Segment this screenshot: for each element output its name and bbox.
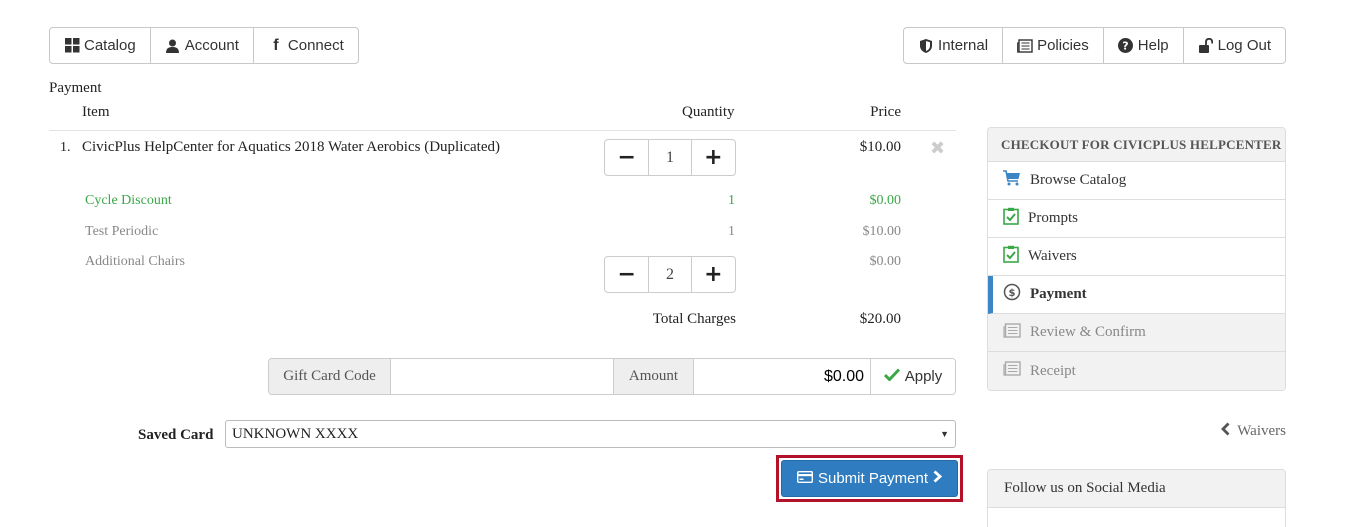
nav-help-button[interactable]: ? Help bbox=[1104, 28, 1184, 63]
col-header-item: Item bbox=[82, 104, 110, 120]
item-quantity-value[interactable]: 1 bbox=[648, 140, 692, 175]
gift-card-code-input[interactable] bbox=[391, 359, 614, 394]
sidebar-item-label: Waivers bbox=[1028, 248, 1077, 264]
chairs-decrement-button[interactable]: − bbox=[605, 257, 648, 292]
sidebar-title: CHECKOUT FOR CIVICPLUS HELPCENTER bbox=[988, 128, 1285, 162]
sub-row-label-test-periodic: Test Periodic bbox=[85, 224, 159, 239]
sub-row-label-additional-chairs: Additional Chairs bbox=[85, 254, 185, 269]
nav-logout-label: Log Out bbox=[1217, 37, 1271, 54]
chevron-down-icon: ▼ bbox=[940, 429, 949, 439]
top-nav-left: Catalog Account f Connect bbox=[49, 27, 359, 64]
chevron-right-icon bbox=[933, 470, 943, 487]
sub-row-label-cycle-discount: Cycle Discount bbox=[85, 193, 172, 208]
svg-text:?: ? bbox=[1123, 40, 1129, 53]
saved-card-select[interactable]: UNKNOWN XXXX ▼ bbox=[225, 420, 956, 448]
sub-row-price-test-periodic: $10.00 bbox=[862, 224, 902, 239]
item-quantity-stepper: − 1 + bbox=[604, 139, 736, 176]
back-to-waivers-link[interactable]: Waivers bbox=[1221, 422, 1286, 441]
shield-icon bbox=[918, 38, 934, 54]
nav-help-label: Help bbox=[1137, 37, 1169, 54]
sidebar-item-label: Payment bbox=[1030, 286, 1087, 302]
submit-payment-label: Submit Payment bbox=[817, 470, 929, 487]
sub-row-price-cycle-discount: $0.00 bbox=[869, 193, 902, 208]
nav-connect-label: Connect bbox=[287, 37, 344, 54]
item-price: $10.00 bbox=[859, 139, 901, 155]
gift-card-code-label: Gift Card Code bbox=[269, 359, 391, 394]
nav-policies-button[interactable]: Policies bbox=[1003, 28, 1104, 63]
item-name: CivicPlus HelpCenter for Aquatics 2018 W… bbox=[82, 139, 501, 155]
apply-label: Apply bbox=[904, 368, 943, 385]
chairs-increment-button[interactable]: + bbox=[692, 257, 735, 292]
col-header-quantity: Quantity bbox=[682, 104, 735, 120]
clipboard-check-icon bbox=[1003, 245, 1019, 268]
page-title: Payment bbox=[49, 80, 102, 96]
grid-icon bbox=[64, 38, 80, 54]
chevron-left-icon bbox=[1221, 422, 1230, 441]
sub-row-qty-test-periodic: 1 bbox=[728, 224, 735, 239]
nav-internal-label: Internal bbox=[938, 37, 989, 54]
submit-highlight-frame: Submit Payment bbox=[776, 455, 963, 502]
item-increment-button[interactable]: + bbox=[692, 140, 735, 175]
sub-row-price-additional-chairs: $0.00 bbox=[869, 254, 902, 269]
gift-card-amount-label: Amount bbox=[614, 359, 694, 394]
newspaper-icon bbox=[1003, 322, 1021, 343]
top-nav-right: Internal Policies ? Help Log Out bbox=[903, 27, 1286, 64]
newspaper-icon bbox=[1017, 38, 1033, 54]
nav-catalog-label: Catalog bbox=[84, 37, 136, 54]
saved-card-label: Saved Card bbox=[138, 427, 214, 443]
total-charges-label: Total Charges bbox=[652, 311, 736, 327]
sidebar-item-waivers[interactable]: Waivers bbox=[988, 238, 1285, 276]
sidebar-item-label: Browse Catalog bbox=[1030, 172, 1127, 188]
clipboard-check-icon bbox=[1003, 207, 1019, 230]
cart-icon bbox=[1003, 170, 1021, 191]
social-media-panel: Follow us on Social Media bbox=[987, 469, 1286, 527]
sidebar-item-payment[interactable]: $ Payment bbox=[988, 276, 1285, 314]
nav-account-button[interactable]: Account bbox=[151, 28, 254, 63]
table-divider bbox=[49, 130, 956, 131]
sidebar-item-prompts[interactable]: Prompts bbox=[988, 200, 1285, 238]
newspaper-icon bbox=[1003, 361, 1021, 381]
sidebar-item-label: Review & Confirm bbox=[1030, 324, 1146, 340]
gift-card-group: Gift Card Code Amount Apply bbox=[268, 358, 956, 395]
social-media-title: Follow us on Social Media bbox=[988, 470, 1285, 508]
saved-card-selected-value: UNKNOWN XXXX bbox=[232, 425, 359, 442]
back-link-label: Waivers bbox=[1237, 423, 1286, 439]
nav-connect-button[interactable]: f Connect bbox=[254, 28, 358, 63]
item-decrement-button[interactable]: − bbox=[605, 140, 648, 175]
svg-text:$: $ bbox=[1009, 288, 1016, 299]
nav-internal-button[interactable]: Internal bbox=[904, 28, 1004, 63]
nav-catalog-button[interactable]: Catalog bbox=[50, 28, 151, 63]
sidebar-item-label: Receipt bbox=[1030, 362, 1076, 379]
user-icon bbox=[165, 38, 181, 54]
sidebar-item-browse-catalog[interactable]: Browse Catalog bbox=[988, 162, 1285, 200]
col-header-price: Price bbox=[870, 104, 901, 120]
credit-card-icon bbox=[796, 470, 813, 487]
question-icon: ? bbox=[1118, 38, 1134, 54]
nav-logout-button[interactable]: Log Out bbox=[1184, 28, 1285, 63]
checkout-sidebar: CHECKOUT FOR CIVICPLUS HELPCENTER Browse… bbox=[987, 127, 1286, 391]
sidebar-item-review-confirm[interactable]: Review & Confirm bbox=[988, 314, 1285, 352]
item-number: 1. bbox=[60, 140, 71, 155]
gift-card-amount-input[interactable] bbox=[694, 359, 871, 394]
submit-payment-button[interactable]: Submit Payment bbox=[781, 460, 958, 497]
remove-item-icon[interactable]: ✖ bbox=[930, 138, 945, 159]
total-charges-value: $20.00 bbox=[859, 311, 901, 327]
check-icon bbox=[883, 368, 900, 385]
sidebar-item-label: Prompts bbox=[1028, 210, 1079, 226]
sub-row-qty-cycle-discount: 1 bbox=[728, 193, 735, 208]
facebook-icon: f bbox=[273, 36, 279, 54]
nav-policies-label: Policies bbox=[1037, 37, 1089, 54]
apply-gift-card-button[interactable]: Apply bbox=[871, 359, 955, 394]
chairs-quantity-stepper: − 2 + bbox=[604, 256, 736, 293]
nav-account-label: Account bbox=[184, 37, 239, 54]
sidebar-item-receipt[interactable]: Receipt bbox=[988, 352, 1285, 390]
unlock-icon bbox=[1198, 38, 1214, 54]
dollar-circle-icon: $ bbox=[1003, 283, 1021, 306]
chairs-quantity-value[interactable]: 2 bbox=[648, 257, 692, 292]
